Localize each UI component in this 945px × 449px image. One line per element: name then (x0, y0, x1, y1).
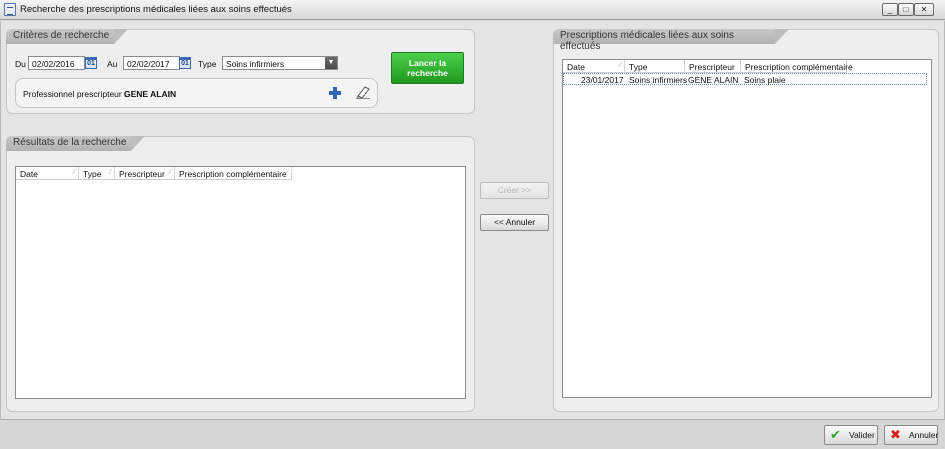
add-prescriber-icon[interactable] (329, 87, 341, 99)
date-from-calendar-icon[interactable]: 01 (85, 57, 97, 69)
chevron-down-icon[interactable]: ▼ (325, 57, 337, 69)
results-grid[interactable]: Date ⁄ Type ⁄ Prescripteur ⁄ Prescription c… (15, 166, 466, 399)
type-select[interactable]: Soins infirmiers ▼ (222, 56, 338, 70)
maximize-button[interactable]: □ (898, 3, 914, 16)
linked-grid[interactable]: Date ⁄ Type Prescripteur Prescription com… (562, 59, 932, 398)
linked-grid-header: Date ⁄ Type Prescripteur Prescription com… (563, 60, 853, 73)
cell-date: 23/01/2017 (581, 75, 624, 85)
cancel-link-button[interactable]: << Annuler (480, 214, 549, 231)
validate-button-label: Valider (849, 430, 875, 440)
cell-prescription: Soins plaie (744, 75, 786, 85)
sort-icon: ⁄ (286, 169, 288, 176)
check-icon: ✔ (830, 427, 841, 442)
table-row[interactable]: 23/01/2017 Soins infirmiers GENE ALAIN S… (563, 73, 927, 85)
sort-icon: ⁄ (619, 62, 621, 69)
close-icon: ✖ (890, 427, 901, 442)
results-col-type[interactable]: Type ⁄ (79, 167, 115, 180)
sort-icon: ⁄ (73, 169, 75, 176)
type-label: Type (198, 59, 217, 69)
type-select-value: Soins infirmiers (226, 59, 285, 69)
cell-prescripteur: GENE ALAIN (688, 75, 739, 85)
results-col-prescription[interactable]: Prescription complémentaire ⁄ (175, 167, 292, 180)
au-label: Au (107, 59, 118, 69)
criteria-panel-title: Critères de recherche (6, 29, 128, 44)
cancel-button[interactable]: ✖ Annuler (884, 425, 938, 445)
minimize-button[interactable]: _ (882, 3, 898, 16)
date-to-calendar-icon[interactable]: 01 (179, 57, 191, 69)
linked-panel-title: Prescriptions médicales liées aux soins … (553, 29, 789, 52)
date-from-input[interactable]: 02/02/2016 (28, 56, 85, 70)
linked-col-type[interactable]: Type (625, 60, 685, 73)
sort-icon: ⁄ (169, 169, 171, 176)
cancel-button-label: Annuler (909, 430, 939, 440)
prescriber-value: GENE ALAIN (124, 89, 177, 99)
results-col-date[interactable]: Date ⁄ (16, 167, 79, 180)
results-panel-title: Résultats de la recherche (6, 136, 145, 151)
date-to-input[interactable]: 02/02/2017 (123, 56, 180, 70)
linked-col-prescription[interactable]: Prescription complémentaire (741, 60, 853, 73)
app-icon (4, 3, 16, 16)
window-titlebar: Recherche des prescriptions médicales li… (0, 0, 945, 20)
linked-col-prescripteur[interactable]: Prescripteur (685, 60, 741, 73)
eraser-icon[interactable] (355, 85, 371, 99)
prescriber-label: Professionnel prescripteur : (23, 89, 127, 99)
cell-type: Soins infirmiers (629, 75, 688, 85)
window-title: Recherche des prescriptions médicales li… (20, 4, 292, 15)
launch-search-button[interactable]: Lancer la recherche (391, 52, 464, 84)
linked-panel: Prescriptions médicales liées aux soins … (553, 29, 939, 412)
criteria-panel: Critères de recherche Du 02/02/2016 01 A… (6, 29, 475, 114)
prescriber-box: Professionnel prescripteur : GENE ALAIN (15, 78, 378, 108)
results-panel: Résultats de la recherche Date ⁄ Type ⁄ Pr… (6, 136, 475, 412)
footer-bar: ✔ Valider ✖ Annuler (0, 419, 945, 449)
results-grid-header: Date ⁄ Type ⁄ Prescripteur ⁄ Prescription c… (16, 167, 292, 180)
du-label: Du (15, 59, 26, 69)
main-area: Critères de recherche Du 02/02/2016 01 A… (0, 21, 945, 419)
validate-button[interactable]: ✔ Valider (824, 425, 878, 445)
create-button[interactable]: Créer >> (480, 182, 549, 199)
close-button[interactable]: ✕ (914, 3, 934, 16)
sort-icon: ⁄ (109, 169, 111, 176)
results-col-prescripteur[interactable]: Prescripteur ⁄ (115, 167, 175, 180)
linked-col-date[interactable]: Date ⁄ (563, 60, 625, 73)
